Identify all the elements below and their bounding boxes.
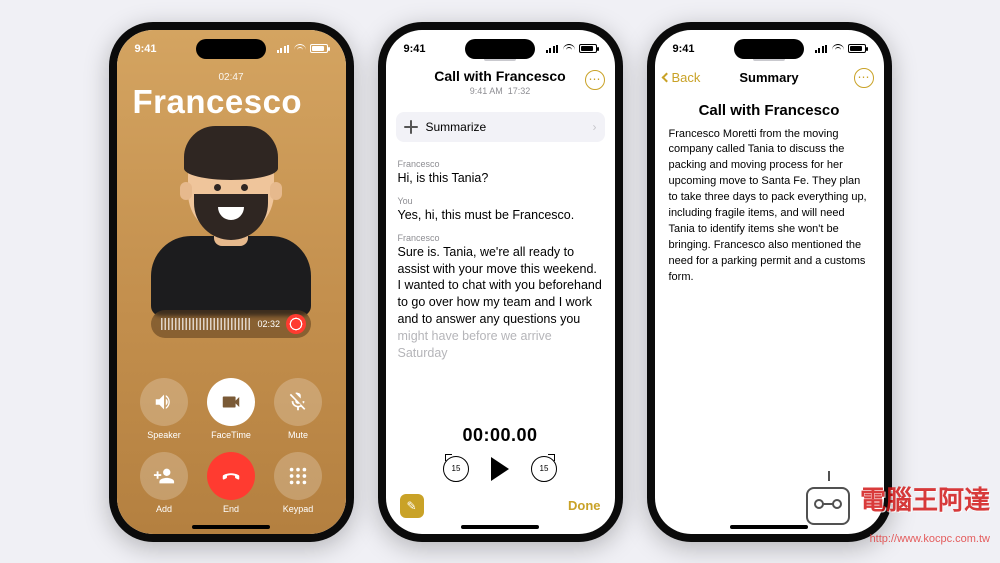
status-time: 9:41 bbox=[404, 43, 426, 55]
contact-poster-memoji bbox=[146, 116, 316, 316]
note-meta: 9:41 AM 17:32 bbox=[398, 86, 603, 96]
summary-title: Call with Francesco bbox=[669, 102, 870, 119]
chevron-left-icon bbox=[661, 72, 671, 82]
dynamic-island bbox=[734, 39, 804, 59]
signal-icon bbox=[277, 45, 290, 53]
audio-player: 00:00.00 15 15 bbox=[386, 425, 615, 482]
battery-icon bbox=[310, 44, 328, 53]
done-button[interactable]: Done bbox=[568, 498, 601, 513]
dynamic-island bbox=[465, 39, 535, 59]
wifi-icon bbox=[563, 44, 575, 53]
chevron-right-icon: › bbox=[593, 120, 597, 134]
speaker-label: Francesco bbox=[398, 158, 603, 170]
add-label: Add bbox=[156, 504, 172, 514]
transcript-line-faded: might have before we arrive Saturday bbox=[398, 328, 603, 362]
home-indicator[interactable] bbox=[730, 525, 808, 529]
call-duration: 02:47 bbox=[133, 72, 330, 83]
skip-back-15-button[interactable]: 15 bbox=[443, 456, 469, 482]
recording-time: 02:32 bbox=[257, 319, 280, 329]
mute-icon bbox=[287, 391, 309, 413]
more-button[interactable]: ⋯ bbox=[585, 70, 605, 90]
ellipsis-icon: ⋯ bbox=[589, 72, 601, 86]
status-time: 9:41 bbox=[673, 43, 695, 55]
sparkle-icon bbox=[404, 120, 418, 134]
more-button[interactable]: ⋯ bbox=[854, 68, 874, 88]
transcript-body[interactable]: Francesco Hi, is this Tania? You Yes, hi… bbox=[398, 150, 603, 362]
recording-pill[interactable]: 02:32 bbox=[151, 310, 311, 338]
dynamic-island bbox=[196, 39, 266, 59]
playback-time: 00:00.00 bbox=[462, 425, 537, 446]
mute-button[interactable]: Mute bbox=[274, 378, 322, 440]
ellipsis-icon: ⋯ bbox=[858, 70, 870, 84]
summary-text: Francesco Moretti from the moving compan… bbox=[669, 127, 870, 286]
battery-icon bbox=[848, 44, 866, 53]
home-indicator[interactable] bbox=[461, 525, 539, 529]
add-person-icon bbox=[153, 465, 175, 487]
wifi-icon bbox=[294, 44, 306, 53]
add-call-button[interactable]: Add bbox=[140, 452, 188, 514]
signal-icon bbox=[815, 45, 828, 53]
transcript-line: Yes, hi, this must be Francesco. bbox=[398, 207, 603, 224]
note-icon: ✎ bbox=[406, 499, 416, 513]
speaker-label: You bbox=[398, 195, 603, 207]
transcript-line: Sure is. Tania, we're all ready to assis… bbox=[398, 244, 603, 328]
play-button[interactable] bbox=[491, 457, 509, 481]
keypad-label: Keypad bbox=[283, 504, 314, 514]
keypad-button[interactable]: Keypad bbox=[274, 452, 322, 514]
summarize-button[interactable]: Summarize › bbox=[396, 112, 605, 142]
notes-app-icon-button[interactable]: ✎ bbox=[400, 494, 424, 518]
signal-icon bbox=[546, 45, 559, 53]
battery-icon bbox=[579, 44, 597, 53]
phone-call-screen: 9:41 02:47 Francesco 02:32 bbox=[109, 22, 354, 542]
speaker-icon bbox=[153, 391, 175, 413]
home-indicator[interactable] bbox=[192, 525, 270, 529]
phone-transcript-screen: 9:41 Call with Francesco 9:41 AM 17:32 ⋯… bbox=[378, 22, 623, 542]
skip-forward-15-button[interactable]: 15 bbox=[531, 456, 557, 482]
record-button-icon[interactable] bbox=[286, 314, 306, 334]
facetime-label: FaceTime bbox=[211, 430, 251, 440]
speaker-button[interactable]: Speaker bbox=[140, 378, 188, 440]
waveform-icon bbox=[161, 318, 251, 330]
mute-label: Mute bbox=[288, 430, 308, 440]
speaker-label: Speaker bbox=[147, 430, 181, 440]
video-icon bbox=[220, 391, 242, 413]
phone-summary-screen: 9:41 Back Summary ⋯ Call with Francesco … bbox=[647, 22, 892, 542]
back-label: Back bbox=[672, 70, 701, 85]
note-title: Call with Francesco bbox=[398, 68, 603, 84]
status-time: 9:41 bbox=[135, 43, 157, 55]
facetime-button[interactable]: FaceTime bbox=[207, 378, 255, 440]
back-button[interactable]: Back bbox=[663, 70, 701, 85]
transcript-line: Hi, is this Tania? bbox=[398, 170, 603, 187]
keypad-icon bbox=[287, 465, 309, 487]
end-call-button[interactable]: End bbox=[207, 452, 255, 514]
wifi-icon bbox=[832, 44, 844, 53]
end-label: End bbox=[223, 504, 239, 514]
contact-name: Francesco bbox=[133, 85, 330, 118]
summarize-label: Summarize bbox=[426, 120, 487, 134]
speaker-label: Francesco bbox=[398, 232, 603, 244]
end-call-icon bbox=[220, 465, 242, 487]
